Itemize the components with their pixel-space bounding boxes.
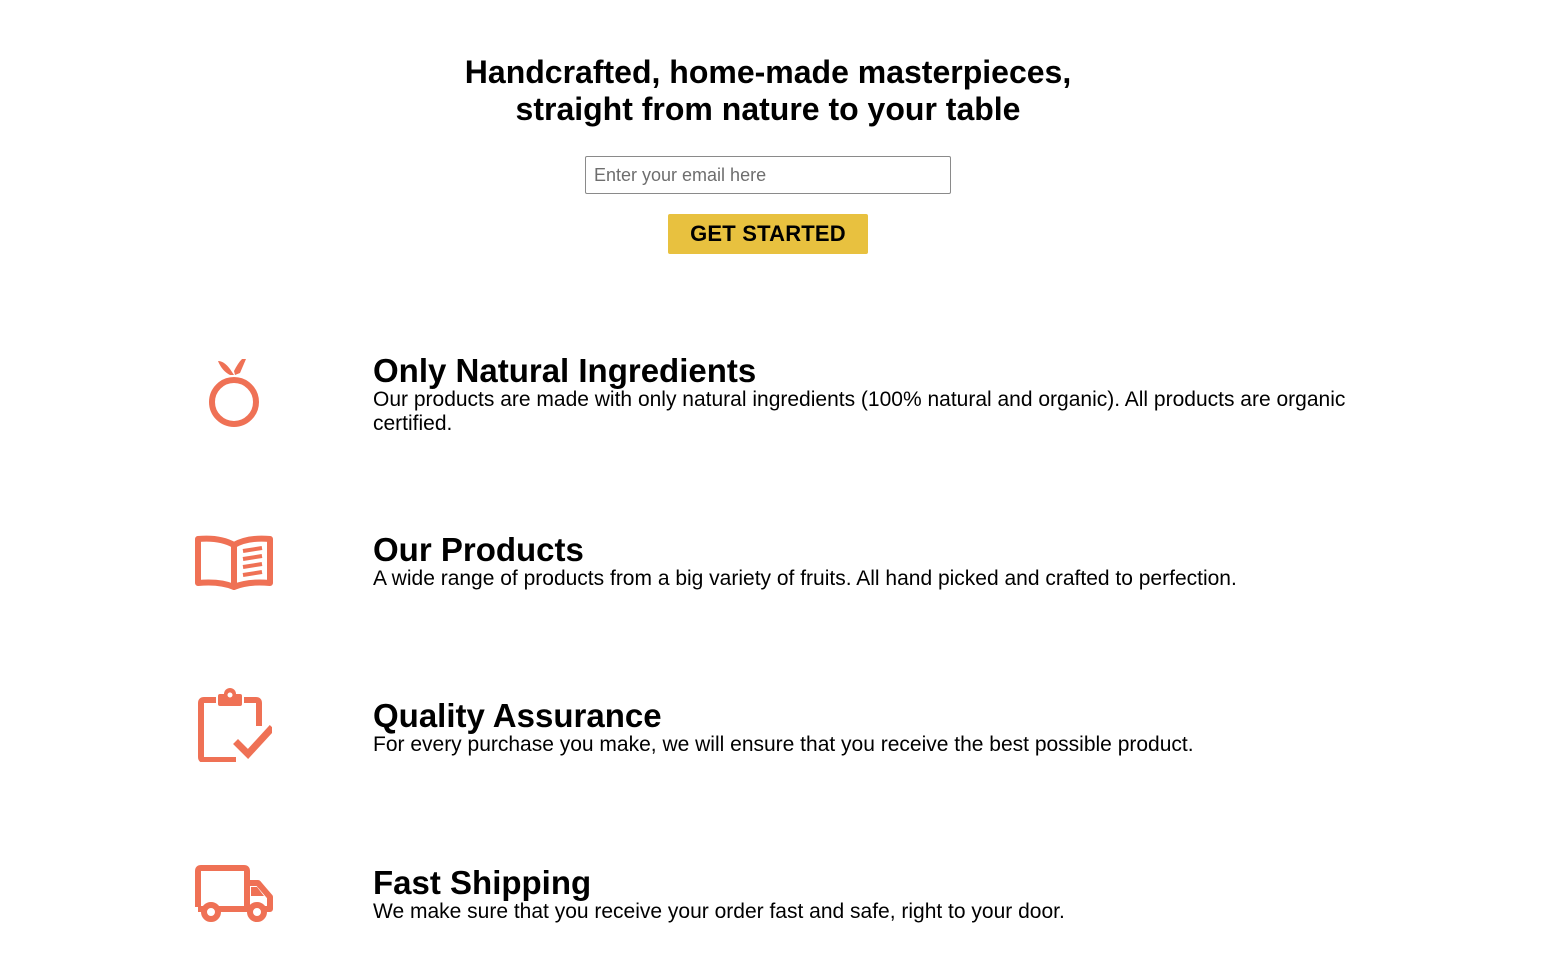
feature-title: Fast Shipping <box>373 864 592 901</box>
feature-description: We make sure that you receive your order… <box>373 900 1065 923</box>
feature-title: Our Products <box>373 531 584 568</box>
feature-text: Fast Shipping We make sure that you rece… <box>373 866 1383 924</box>
get-started-button[interactable]: GET STARTED <box>668 214 868 254</box>
feature-description: A wide range of products from a big vari… <box>373 567 1237 590</box>
feature-description: For every purchase you make, we will ens… <box>373 733 1194 756</box>
hero-title: Handcrafted, home-made masterpieces, str… <box>0 54 1536 128</box>
book-open-icon <box>186 521 282 601</box>
feature-title: Only Natural Ingredients <box>373 352 757 389</box>
feature-text: Our Products A wide range of products fr… <box>373 533 1383 591</box>
truck-icon <box>186 854 282 934</box>
apple-icon <box>186 352 282 432</box>
feature-text: Quality Assurance For every purchase you… <box>373 699 1383 757</box>
clipboard-check-icon <box>186 684 282 764</box>
hero-title-line2: straight from nature to your table <box>515 91 1021 127</box>
hero-title-line1: Handcrafted, home-made masterpieces, <box>464 54 1072 90</box>
feature-text: Only Natural Ingredients Our products ar… <box>373 354 1383 436</box>
feature-title: Quality Assurance <box>373 697 662 734</box>
feature-description: Our products are made with only natural … <box>373 388 1346 435</box>
email-input[interactable] <box>585 156 951 194</box>
